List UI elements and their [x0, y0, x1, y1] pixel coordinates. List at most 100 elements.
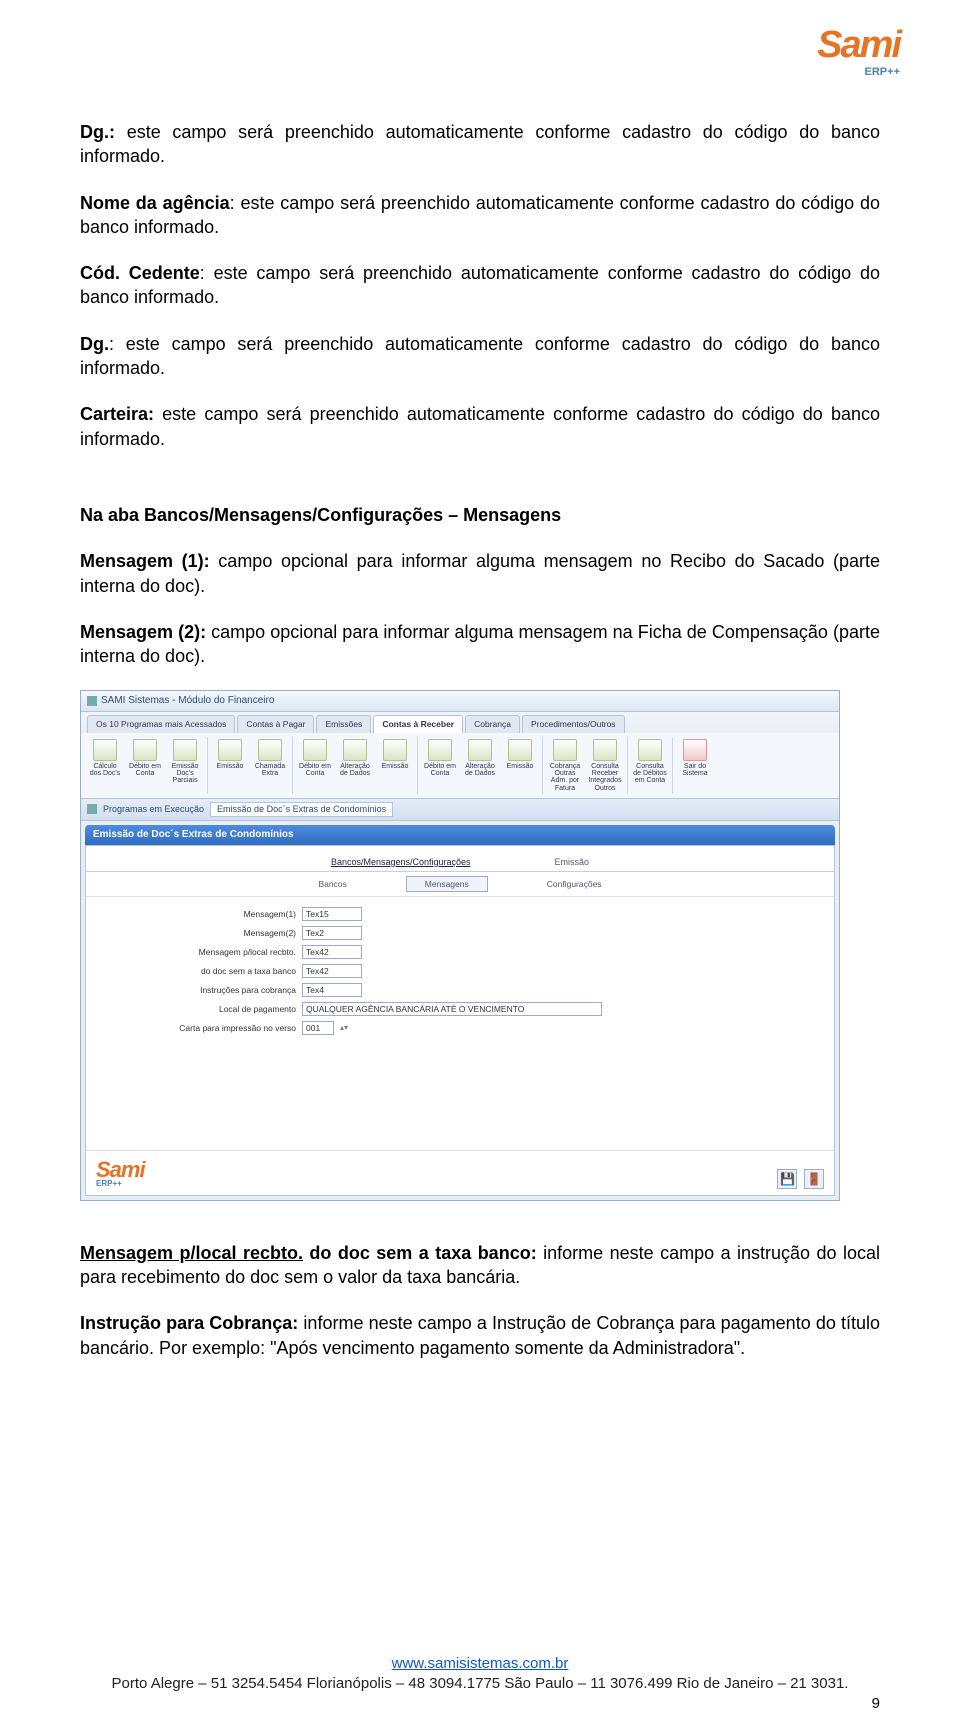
exit-icon-button[interactable]: 🚪 — [804, 1169, 824, 1189]
row-mensagem-local: Mensagem p/local recbto. — [126, 945, 794, 959]
label-instrucoes-cobranca: Instruções para cobrança — [126, 985, 296, 995]
rbtn-calculo-docs[interactable]: Cálculo dos Doc's — [87, 739, 123, 778]
input-local-pagamento[interactable] — [302, 1002, 602, 1016]
panel-subtabs: Bancos Mensagens Configurações — [86, 872, 834, 897]
bank-icon — [303, 739, 327, 761]
bank-icon — [428, 739, 452, 761]
row-local-pagamento: Local de pagamento — [126, 1002, 794, 1016]
ribbon-tab[interactable]: Os 10 Programas mais Acessados — [87, 715, 235, 732]
tab-emissao[interactable]: Emissão — [533, 854, 612, 871]
rbtn-alteracao-dados[interactable]: Alteração de Dados — [337, 739, 373, 778]
ribbon-tab[interactable]: Procedimentos/Outros — [522, 715, 625, 732]
rbtn-consulta-receber[interactable]: Consulta Receber Integrados Outros — [587, 739, 623, 792]
ribbon-tab[interactable]: Contas à Pagar — [237, 715, 314, 732]
doc-icon — [508, 739, 532, 761]
brand-logo-text: Sami — [817, 20, 900, 71]
rbtn-emissao[interactable]: Emissão — [212, 739, 248, 770]
field-desc: : este campo será preenchido automaticam… — [80, 334, 880, 378]
label-local-pagamento: Local de pagamento — [126, 1004, 296, 1014]
power-icon — [683, 739, 707, 761]
app-title-text: SAMI Sistemas - Módulo do Financeiro — [101, 695, 274, 707]
panel: Bancos/Mensagens/Configurações Emissão B… — [85, 845, 835, 1196]
search-icon — [638, 739, 662, 761]
ribbon-tab[interactable]: Emissões — [316, 715, 371, 732]
rbtn-consulta-debitos[interactable]: Consulta de Débitos em Conta — [632, 739, 668, 785]
field-label: Cód. Cedente — [80, 263, 200, 283]
ribbon-group-consulta: Consulta de Débitos em Conta — [628, 737, 673, 794]
input-mensagem2[interactable] — [302, 926, 362, 940]
para-instrucao-cobranca: Instrução para Cobrança: informe neste c… — [80, 1311, 880, 1360]
input-mensagem1[interactable] — [302, 907, 362, 921]
tab-bancos-mensagens-config[interactable]: Bancos/Mensagens/Configurações — [309, 854, 493, 871]
rbtn-chamada-extra[interactable]: Chamada Extra — [252, 739, 288, 778]
input-carta-verso[interactable] — [302, 1021, 334, 1035]
subtab-bancos[interactable]: Bancos — [299, 876, 365, 892]
row-doc-sem-taxa: do doc sem a taxa banco — [126, 964, 794, 978]
ribbon-tab-active[interactable]: Contas à Receber — [373, 715, 463, 732]
label-carta-verso: Carta para impressão no verso — [126, 1023, 296, 1033]
ribbon: Os 10 Programas mais Acessados Contas à … — [81, 712, 839, 799]
input-instrucoes-cobranca[interactable] — [302, 983, 362, 997]
rbtn-sair[interactable]: Sair do Sistema — [677, 739, 713, 778]
rbtn-debito-conta[interactable]: Débito em Conta — [127, 739, 163, 778]
ribbon-group-cond-normal: Emissão Chamada Extra — [208, 737, 293, 794]
row-carta-verso: Carta para impressão no verso ▴▾ — [126, 1021, 794, 1035]
ribbon-tab[interactable]: Cobrança — [465, 715, 520, 732]
para-dg2: Dg.: este campo será preenchido automati… — [80, 332, 880, 381]
field-desc: este campo será preenchido automaticamen… — [80, 404, 880, 448]
doc-icon — [383, 739, 407, 761]
app-window: SAMI Sistemas - Módulo do Financeiro Os … — [80, 690, 840, 1200]
rbtn-emissao[interactable]: Emissão — [377, 739, 413, 770]
edit-icon — [468, 739, 492, 761]
row-mensagem1: Mensagem(1) — [126, 907, 794, 921]
ribbon-body: Cálculo dos Doc's Débito em Conta Emissã… — [81, 733, 839, 798]
input-mensagem-local[interactable] — [302, 945, 362, 959]
bank-icon — [133, 739, 157, 761]
label-mensagem1: Mensagem(1) — [126, 909, 296, 919]
money-icon — [553, 739, 577, 761]
ribbon-tabs: Os 10 Programas mais Acessados Contas à … — [81, 712, 839, 732]
rbtn-cobranca-outras[interactable]: Cobrança Outras Adm. por Fatura — [547, 739, 583, 792]
brand-logo: Sami ERP++ — [817, 20, 900, 80]
field-label: Mensagem (1): — [80, 551, 210, 571]
spinner-icon[interactable]: ▴▾ — [340, 1023, 348, 1033]
edit-icon — [343, 739, 367, 761]
house-icon — [218, 739, 242, 761]
subtab-configuracoes[interactable]: Configurações — [528, 876, 621, 892]
para-dg: Dg.: este campo será preenchido automati… — [80, 120, 880, 169]
footer-url[interactable]: www.samisistemas.com.br — [392, 1655, 569, 1672]
search-icon — [593, 739, 617, 761]
app-icon — [87, 696, 97, 706]
rbtn-emissao[interactable]: Emissão — [502, 739, 538, 770]
subtab-mensagens[interactable]: Mensagens — [406, 876, 488, 892]
doc-icon — [93, 739, 117, 761]
rbtn-alteracao-dados[interactable]: Alteração de Dados — [462, 739, 498, 778]
rbtn-debito-conta[interactable]: Débito em Conta — [297, 739, 333, 778]
ribbon-group-sair: Sair do Sistema — [673, 737, 717, 794]
field-label-part1: Mensagem p/local recbto. — [80, 1243, 303, 1263]
row-instrucoes-cobranca: Instruções para cobrança — [126, 983, 794, 997]
rbtn-emissao-parciais[interactable]: Emissão Doc's Parciais — [167, 739, 203, 785]
programs-bar-label: Programas em Execução — [103, 804, 204, 815]
programs-item[interactable]: Emissão de Doc´s Extras de Condomínios — [210, 802, 393, 817]
app-titlebar: SAMI Sistemas - Módulo do Financeiro — [81, 691, 839, 712]
form: Mensagem(1) Mensagem(2) Mensagem p/local… — [86, 897, 834, 1050]
field-label: Mensagem (2): — [80, 622, 206, 642]
para-mensagem1: Mensagem (1): campo opcional para inform… — [80, 549, 880, 598]
label-mensagem2: Mensagem(2) — [126, 928, 296, 938]
save-icon-button[interactable]: 💾 — [777, 1169, 797, 1189]
programs-bar: Programas em Execução Emissão de Doc´s E… — [81, 799, 839, 821]
ribbon-group-locacao: Cálculo dos Doc's Débito em Conta Emissã… — [83, 737, 208, 794]
field-label: Dg. — [80, 334, 109, 354]
para-cod-cedente: Cód. Cedente: este campo será preenchido… — [80, 261, 880, 310]
para-carteira: Carteira: este campo será preenchido aut… — [80, 402, 880, 451]
programs-icon — [87, 804, 97, 814]
footer-cities: Porto Alegre – 51 3254.5454 Florianópoli… — [112, 1675, 849, 1692]
section-heading-mensagens: Na aba Bancos/Mensagens/Configurações – … — [80, 503, 880, 527]
panel-footer-logo: Sami ERP++ — [96, 1157, 145, 1189]
rbtn-debito-conta[interactable]: Débito em Conta — [422, 739, 458, 778]
field-desc: : este campo será preenchido automaticam… — [80, 263, 880, 307]
field-desc: este campo será preenchido automaticamen… — [80, 122, 880, 166]
input-doc-sem-taxa[interactable] — [302, 964, 362, 978]
doc-icon — [258, 739, 282, 761]
